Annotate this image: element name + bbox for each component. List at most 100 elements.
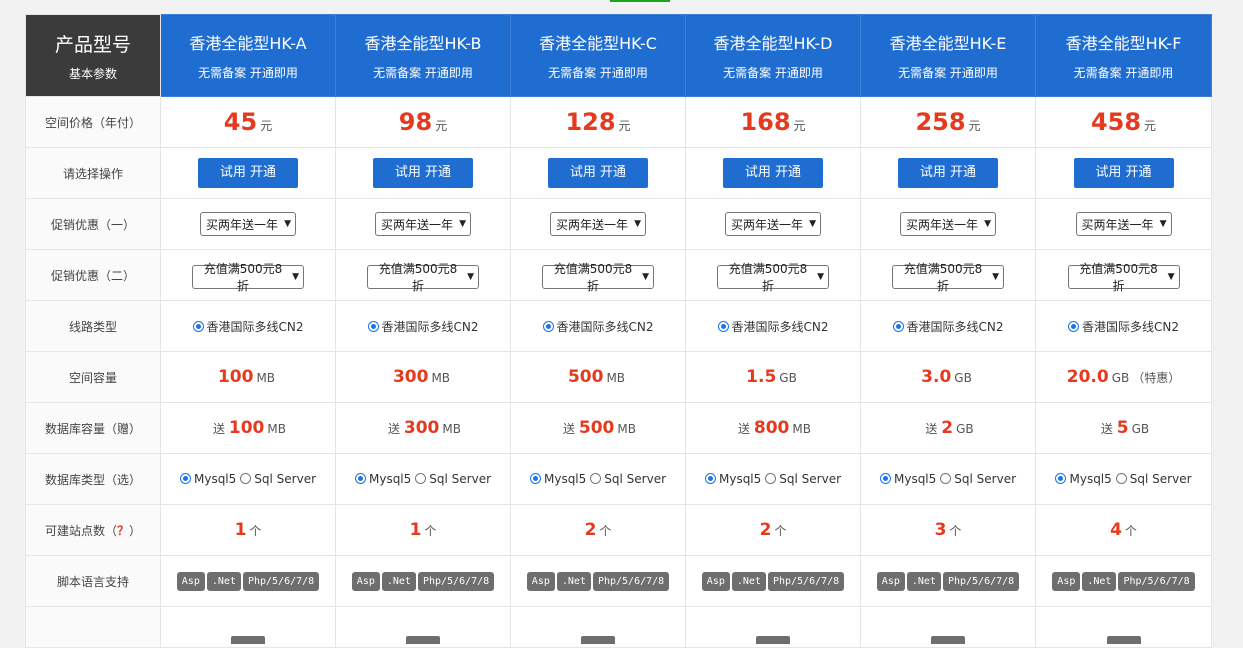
space-value: 500: [567, 367, 604, 387]
price-cell: 128 元: [510, 96, 686, 148]
promo1-cell: 买两年送一年 ▼: [685, 198, 861, 250]
line-radio-hk-a[interactable]: [192, 320, 204, 332]
sites-unit: 个: [1124, 524, 1137, 538]
space-row: 空间容量 100 MB 300 MB 500 MB 1.5 GB 3.0 GB 20.0 G…: [25, 351, 1212, 403]
partial-cell: [1035, 606, 1212, 648]
promo1-select-hk-b[interactable]: 买两年送一年 ▼: [375, 212, 471, 236]
row-label-promo1: 促销优惠（一）: [25, 198, 161, 250]
promo1-select-hk-c[interactable]: 买两年送一年 ▼: [550, 212, 646, 236]
header-corner: 产品型号 基本参数: [25, 14, 161, 97]
chevron-down-icon: ▼: [634, 219, 641, 229]
promo2-select-hk-a[interactable]: 充值满500元8折 ▼: [192, 262, 304, 293]
space-cell: 1.5 GB: [685, 351, 861, 403]
chevron-down-icon: ▼: [292, 271, 299, 282]
chevron-down-icon: ▼: [284, 219, 291, 229]
mysql-label: Mysql5: [893, 472, 937, 486]
line-radio-hk-d[interactable]: [717, 320, 729, 332]
trial-open-button-hk-f[interactable]: 试用 开通: [1073, 158, 1174, 188]
sites-unit: 个: [774, 524, 787, 538]
db-type-row: 数据库类型（选） Mysql5 Sql Server Mysql5 Sql Serv…: [25, 453, 1212, 505]
db-size-value: 300: [403, 418, 440, 438]
trial-open-button-hk-d[interactable]: 试用 开通: [723, 158, 823, 188]
script-cell: Asp .Net Php/5/6/7/8: [335, 555, 511, 607]
mysql-radio-hk-d[interactable]: [704, 473, 716, 484]
trial-open-button-hk-e[interactable]: 试用 开通: [898, 158, 998, 188]
promo2-select-hk-d[interactable]: 充值满500元8折 ▼: [717, 262, 829, 293]
chevron-down-icon: ▼: [1159, 219, 1167, 229]
mysql-radio-hk-a[interactable]: [179, 473, 191, 484]
select-value: 买两年送一年: [731, 217, 804, 232]
promo2-select-hk-c[interactable]: 充值满500元8折 ▼: [542, 262, 654, 293]
line-radio-hk-c[interactable]: [542, 320, 554, 332]
db-type-cell: Mysql5 Sql Server: [860, 453, 1036, 505]
promo2-select-hk-f[interactable]: 充值满500元8折 ▼: [1067, 262, 1180, 293]
mysql-label: Mysql5: [368, 472, 412, 486]
mysql-radio-hk-f[interactable]: [1055, 473, 1067, 484]
line-option-label: 香港国际多线CN2: [556, 319, 654, 334]
price-value: 168: [740, 108, 791, 136]
tag-net: .Net: [906, 571, 941, 591]
sqlserver-radio-hk-e[interactable]: [940, 473, 952, 484]
tag-php: Php/5/6/7/8: [592, 571, 670, 591]
mysql-radio-hk-e[interactable]: [879, 473, 891, 484]
db-type-cell: Mysql5 Sql Server: [160, 453, 336, 505]
chevron-down-icon: ▼: [992, 271, 999, 282]
promo1-select-hk-a[interactable]: 买两年送一年 ▼: [200, 212, 296, 236]
tag-asp: Asp: [701, 571, 730, 591]
tag-asp: Asp: [1052, 571, 1081, 591]
promo2-cell: 充值满500元8折 ▼: [1035, 249, 1212, 301]
tag-asp: Asp: [176, 571, 205, 591]
corner-title: 产品型号: [54, 33, 131, 56]
price-cell: 98 元: [335, 96, 511, 148]
sqlserver-radio-hk-c[interactable]: [590, 473, 602, 484]
mysql-label: Mysql5: [1069, 472, 1112, 486]
trial-open-button-hk-b[interactable]: 试用 开通: [373, 158, 473, 188]
tag-net: .Net: [556, 571, 591, 591]
sqlserver-radio-hk-a[interactable]: [240, 473, 252, 484]
db-size-row: 数据库容量（赠） 送 100 MB 送 300 MB 送 500 MB 送 800 MB…: [25, 402, 1212, 454]
tag-net: .Net: [206, 571, 241, 591]
promo1-select-hk-d[interactable]: 买两年送一年 ▼: [725, 212, 821, 236]
help-question-icon[interactable]: ？: [117, 524, 129, 538]
partial-tag: [406, 635, 440, 644]
sqlserver-label: Sql Server: [779, 472, 842, 486]
line-radio-hk-e[interactable]: [892, 320, 904, 332]
product-name: 香港全能型HK-C: [539, 34, 657, 53]
promo2-select-hk-b[interactable]: 充值满500元8折 ▼: [367, 262, 479, 293]
line-cell: 香港国际多线CN2: [510, 300, 686, 352]
row-label-db-size: 数据库容量（赠）: [25, 402, 161, 454]
space-value: 300: [392, 367, 429, 387]
product-header-hk-c: 香港全能型HK-C 无需备案 开通即用: [510, 14, 686, 97]
sites-value: 4: [1110, 520, 1122, 540]
trial-open-button-hk-a[interactable]: 试用 开通: [198, 158, 298, 188]
sqlserver-label: Sql Server: [954, 472, 1017, 486]
promo1-select-hk-e[interactable]: 买两年送一年 ▼: [900, 212, 996, 236]
product-name: 香港全能型HK-A: [189, 34, 307, 53]
row-label-script: 脚本语言支持: [25, 555, 161, 607]
mysql-radio-hk-b[interactable]: [354, 473, 366, 484]
sqlserver-radio-hk-d[interactable]: [765, 473, 777, 484]
action-cell: 试用 开通: [1035, 147, 1212, 199]
price-cell: 168 元: [685, 96, 861, 148]
promo1-select-hk-f[interactable]: 买两年送一年 ▼: [1075, 212, 1172, 236]
space-unit: GB: [1111, 371, 1130, 385]
select-value: 买两年送一年: [381, 217, 454, 232]
line-cell: 香港国际多线CN2: [160, 300, 336, 352]
sqlserver-radio-hk-b[interactable]: [415, 473, 427, 484]
line-radio-hk-f[interactable]: [1068, 320, 1079, 332]
promo2-select-hk-e[interactable]: 充值满500元8折 ▼: [892, 262, 1004, 293]
product-subtitle: 无需备案 开通即用: [898, 66, 998, 80]
chevron-down-icon: ▼: [809, 219, 816, 229]
line-radio-hk-b[interactable]: [367, 320, 379, 332]
sqlserver-radio-hk-f[interactable]: [1115, 473, 1127, 484]
db-size-cell: 送 300 MB: [335, 402, 511, 454]
db-size-value: 5: [1116, 418, 1129, 438]
mysql-radio-hk-c[interactable]: [529, 473, 541, 484]
tag-asp: Asp: [876, 571, 905, 591]
price-unit: 元: [1144, 119, 1157, 133]
product-header-hk-b: 香港全能型HK-B 无需备案 开通即用: [335, 14, 511, 97]
select-value: 充值满500元8折: [903, 261, 983, 293]
partial-cell: [335, 606, 511, 648]
promo2-cell: 充值满500元8折 ▼: [335, 249, 511, 301]
trial-open-button-hk-c[interactable]: 试用 开通: [548, 158, 648, 188]
